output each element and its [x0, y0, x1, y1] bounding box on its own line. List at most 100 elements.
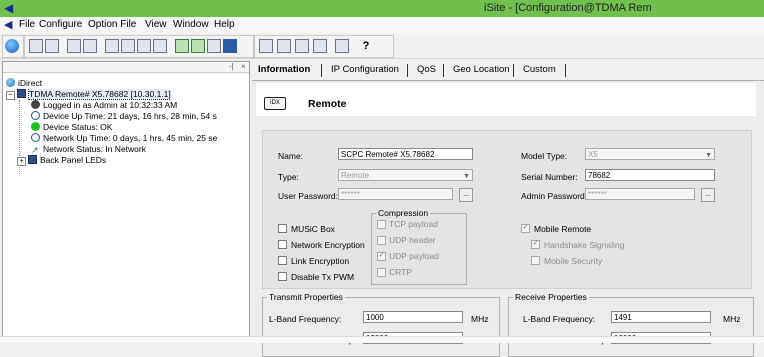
- close-icon[interactable]: ×: [241, 62, 246, 71]
- admin-password-button[interactable]: ...: [701, 188, 715, 202]
- link-encryption-checkbox[interactable]: [278, 256, 287, 265]
- tab-divider: [513, 64, 514, 77]
- model-type-label: Model Type:: [521, 151, 568, 161]
- name-label: Name:: [278, 151, 304, 161]
- user-password-button[interactable]: ...: [459, 188, 473, 202]
- tx-lband-label: L-Band Frequency:: [269, 314, 342, 324]
- upload-icon[interactable]: [191, 39, 205, 53]
- tree-item-device-status[interactable]: Device Status: OK: [31, 122, 249, 132]
- tcp-payload-checkbox[interactable]: [377, 220, 386, 229]
- compression-group: Compression TCP payload UDP header ✓ UDP…: [371, 208, 467, 285]
- help-icon[interactable]: ?: [359, 39, 373, 53]
- menu-view[interactable]: View: [145, 19, 167, 30]
- rx-lband-label: L-Band Frequency:: [523, 314, 596, 324]
- globe-icon[interactable]: [5, 39, 19, 53]
- model-type-select[interactable]: X5 ▼: [585, 148, 715, 160]
- compare-icon[interactable]: [137, 39, 151, 53]
- mobile-security-checkbox[interactable]: [531, 256, 540, 265]
- tree-item-device-uptime[interactable]: Device Up Time: 21 days, 16 hrs, 28 min,…: [31, 111, 249, 121]
- app-logo-icon: ◀: [4, 1, 14, 15]
- clock-icon: [31, 111, 40, 120]
- disable-tx-pwm-checkbox[interactable]: [278, 272, 287, 281]
- tree-item-login[interactable]: Logged in as Admin at 10:32:33 AM: [31, 100, 249, 110]
- tree-root[interactable]: iDirect: [6, 78, 42, 88]
- type-value: Remote: [341, 171, 370, 180]
- toolbar-group-3: ?: [254, 35, 394, 58]
- network-encryption-checkbox[interactable]: [278, 240, 287, 249]
- network-icon[interactable]: [223, 39, 237, 53]
- mail-icon[interactable]: [295, 39, 309, 53]
- menu-window[interactable]: Window: [173, 19, 209, 30]
- tab-custom[interactable]: Custom: [523, 62, 556, 78]
- status-ok-icon: [31, 122, 40, 131]
- transmit-title: Transmit Properties: [267, 292, 345, 302]
- led-panel-icon: [28, 155, 37, 164]
- network-encryption-label: Network Encryption: [291, 240, 365, 250]
- remote-form: Name: SCPC Remote# X5.78682 Type: Remote…: [262, 130, 752, 289]
- disconnect-icon[interactable]: [45, 39, 59, 53]
- toolbar-group-1: [2, 35, 24, 58]
- serial-number-field[interactable]: 78682: [585, 169, 715, 181]
- tx-lband-field[interactable]: 1000: [363, 311, 463, 323]
- save-icon[interactable]: [83, 39, 97, 53]
- open-folder-icon[interactable]: [67, 39, 81, 53]
- compression-title: Compression: [376, 208, 431, 218]
- edit-icon[interactable]: [121, 39, 135, 53]
- tab-qos[interactable]: QoS: [417, 62, 436, 78]
- receive-title: Receive Properties: [513, 292, 589, 302]
- list-icon[interactable]: [153, 39, 167, 53]
- probe-icon[interactable]: [277, 39, 291, 53]
- title-bar: ◀ iSite - [Configuration@TDMA Rem: [0, 0, 764, 17]
- user-password-field[interactable]: ******: [338, 188, 453, 200]
- admin-password-field[interactable]: ******: [585, 188, 695, 200]
- telnet-icon[interactable]: [313, 39, 327, 53]
- menu-configure[interactable]: Configure: [39, 19, 82, 30]
- tree-item-network-status[interactable]: ↗ Network Status: In Network: [31, 144, 249, 155]
- crtp-label: CRTP: [389, 267, 412, 277]
- tree-item-network-uptime[interactable]: Network Up Time: 0 days, 1 hrs, 45 min, …: [31, 133, 249, 143]
- mobile-remote-checkbox[interactable]: ✓: [521, 224, 530, 233]
- config-icon[interactable]: [105, 39, 119, 53]
- grid-icon[interactable]: [207, 39, 221, 53]
- tree-remote-node[interactable]: − TDMA Remote# X5.78682 [10.30.1.1]: [6, 89, 171, 100]
- tx-lband-unit: MHz: [471, 314, 489, 324]
- download-icon[interactable]: [175, 39, 189, 53]
- crtp-checkbox[interactable]: [377, 268, 386, 277]
- user-password-label: User Password:: [278, 191, 338, 201]
- menu-help[interactable]: Help: [214, 19, 235, 30]
- remote-device-icon: iDX: [264, 97, 286, 110]
- app-menu-icon[interactable]: ◀: [4, 19, 16, 31]
- tree-item-label: Device Status: OK: [43, 122, 113, 132]
- udp-payload-label: UDP payload: [389, 251, 439, 261]
- section-title: Remote: [308, 98, 347, 110]
- transmit-properties-group: Transmit Properties L-Band Frequency: 10…: [262, 292, 500, 357]
- type-select[interactable]: Remote ▼: [338, 169, 473, 181]
- globe-icon: [6, 78, 15, 87]
- collapse-icon[interactable]: −: [6, 91, 15, 100]
- connect-icon[interactable]: [29, 39, 43, 53]
- section-header: iDX Remote: [256, 83, 756, 116]
- udp-payload-checkbox[interactable]: ✓: [377, 252, 386, 261]
- name-field[interactable]: SCPC Remote# X5.78682: [338, 148, 473, 160]
- clock-icon: [31, 133, 40, 142]
- music-box-checkbox[interactable]: [278, 224, 287, 233]
- expand-icon[interactable]: +: [17, 157, 26, 166]
- udp-header-checkbox[interactable]: [377, 236, 386, 245]
- menu-bar: ◀ File Configure Option File View Window…: [0, 17, 764, 33]
- monitor-icon[interactable]: [259, 39, 273, 53]
- tab-information[interactable]: Information: [258, 62, 310, 78]
- pin-icon[interactable]: -|: [229, 62, 234, 71]
- tree-item-label: Back Panel LEDs: [40, 155, 107, 165]
- rx-lband-unit: MHz: [723, 314, 741, 324]
- tab-divider: [321, 64, 322, 77]
- menu-file[interactable]: File: [19, 19, 35, 30]
- tree-item-back-panel[interactable]: + Back Panel LEDs: [17, 155, 106, 166]
- menu-option-file[interactable]: Option File: [88, 19, 136, 30]
- admin-password-label: Admin Password:: [521, 191, 588, 201]
- tree-remote-label: TDMA Remote# X5.78682 [10.30.1.1]: [28, 89, 171, 100]
- rx-lband-field[interactable]: 1491: [611, 311, 711, 323]
- tab-ip-configuration[interactable]: IP Configuration: [331, 62, 399, 78]
- handshake-signaling-checkbox[interactable]: ✓: [531, 240, 540, 249]
- print-icon[interactable]: [335, 39, 349, 53]
- tab-geo-location[interactable]: Geo Location: [453, 62, 510, 78]
